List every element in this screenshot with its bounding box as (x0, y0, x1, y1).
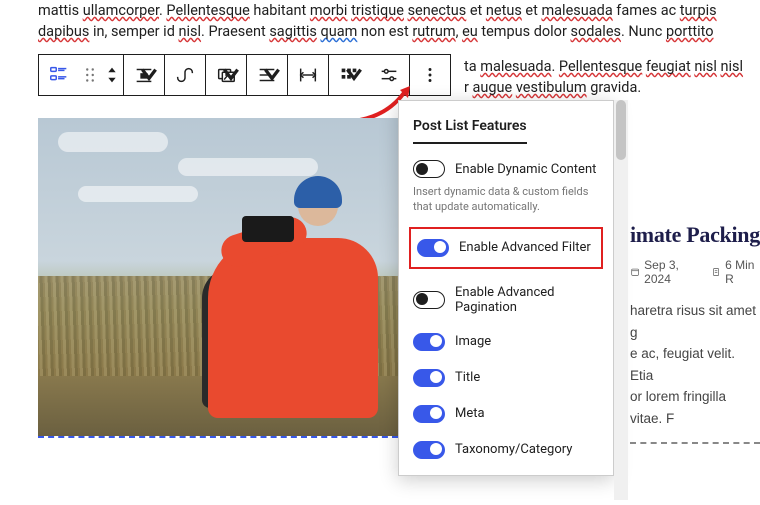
width-button[interactable] (288, 55, 328, 95)
toggle-label: Taxonomy/Category (455, 442, 572, 457)
toggle-label: Enable Advanced Filter (459, 240, 591, 255)
post-card[interactable]: imate Packing Sep 3, 2024 6 Min R haretr… (630, 222, 760, 430)
drag-handle[interactable] (79, 55, 101, 95)
toggle-label: Meta (455, 406, 485, 421)
featured-image[interactable] (38, 118, 398, 438)
toggle-switch[interactable] (413, 369, 445, 387)
toggle-switch[interactable] (413, 405, 445, 423)
image-button[interactable] (206, 55, 246, 95)
calendar-icon (630, 266, 640, 278)
post-title: imate Packing (630, 222, 760, 248)
image-subject (208, 168, 378, 418)
feature-toggle-row[interactable]: Meta (409, 399, 603, 429)
toggle-help-text: Insert dynamic data & custom fields that… (409, 184, 603, 223)
block-toolbar (38, 54, 451, 96)
feature-toggle-row[interactable]: Enable Advanced Pagination (409, 279, 603, 321)
align-button[interactable] (124, 55, 164, 95)
text-align-button[interactable] (247, 55, 287, 95)
text-fragment: mattis (38, 2, 83, 19)
toggle-switch[interactable] (417, 239, 449, 257)
editor-paragraph[interactable]: mattis ullamcorper. Pellentesque habitan… (0, 0, 760, 46)
block-type-button[interactable] (39, 55, 79, 95)
panel-scrollbar[interactable] (614, 100, 628, 500)
columns-button[interactable] (329, 55, 369, 95)
post-date: Sep 3, 2024 (630, 258, 699, 286)
post-meta: Sep 3, 2024 6 Min R (630, 258, 760, 286)
toggle-label: Image (455, 334, 491, 349)
feature-toggle-row[interactable]: Enable Advanced Filter (413, 233, 599, 263)
toggle-switch[interactable] (413, 441, 445, 459)
misspelled-word: ullamcorper (83, 2, 159, 19)
link-button[interactable] (165, 55, 205, 95)
panel-title: Post List Features (413, 118, 527, 144)
post-excerpt: haretra risus sit amet g e ac, feugiat v… (630, 300, 760, 430)
document-icon (711, 266, 721, 278)
toggle-label: Enable Dynamic Content (455, 162, 596, 177)
more-options-button[interactable] (410, 55, 450, 95)
card-bottom-divider (630, 442, 760, 444)
feature-toggle-row[interactable]: Title (409, 363, 603, 393)
toggle-switch[interactable] (413, 160, 445, 178)
feature-toggle-row[interactable]: Taxonomy/Category (409, 435, 603, 465)
toggle-switch[interactable] (413, 291, 445, 309)
scrollbar-thumb[interactable] (616, 100, 626, 160)
post-read-time: 6 Min R (711, 258, 760, 286)
toggle-switch[interactable] (413, 333, 445, 351)
editor-paragraph-continued[interactable]: ta malesuada. Pellentesque feugiat nisl … (460, 56, 760, 98)
post-list-features-panel: Post List Features Enable Dynamic Conten… (398, 100, 614, 476)
feature-toggle-row[interactable]: Enable Dynamic Content (409, 154, 603, 184)
toggle-label: Title (455, 370, 480, 385)
move-arrows-button[interactable] (101, 55, 123, 95)
annotation-highlight-box: Enable Advanced Filter (409, 227, 603, 269)
toggle-label: Enable Advanced Pagination (455, 285, 599, 315)
feature-toggle-row[interactable]: Image (409, 327, 603, 357)
settings-sliders-button[interactable] (369, 55, 409, 95)
